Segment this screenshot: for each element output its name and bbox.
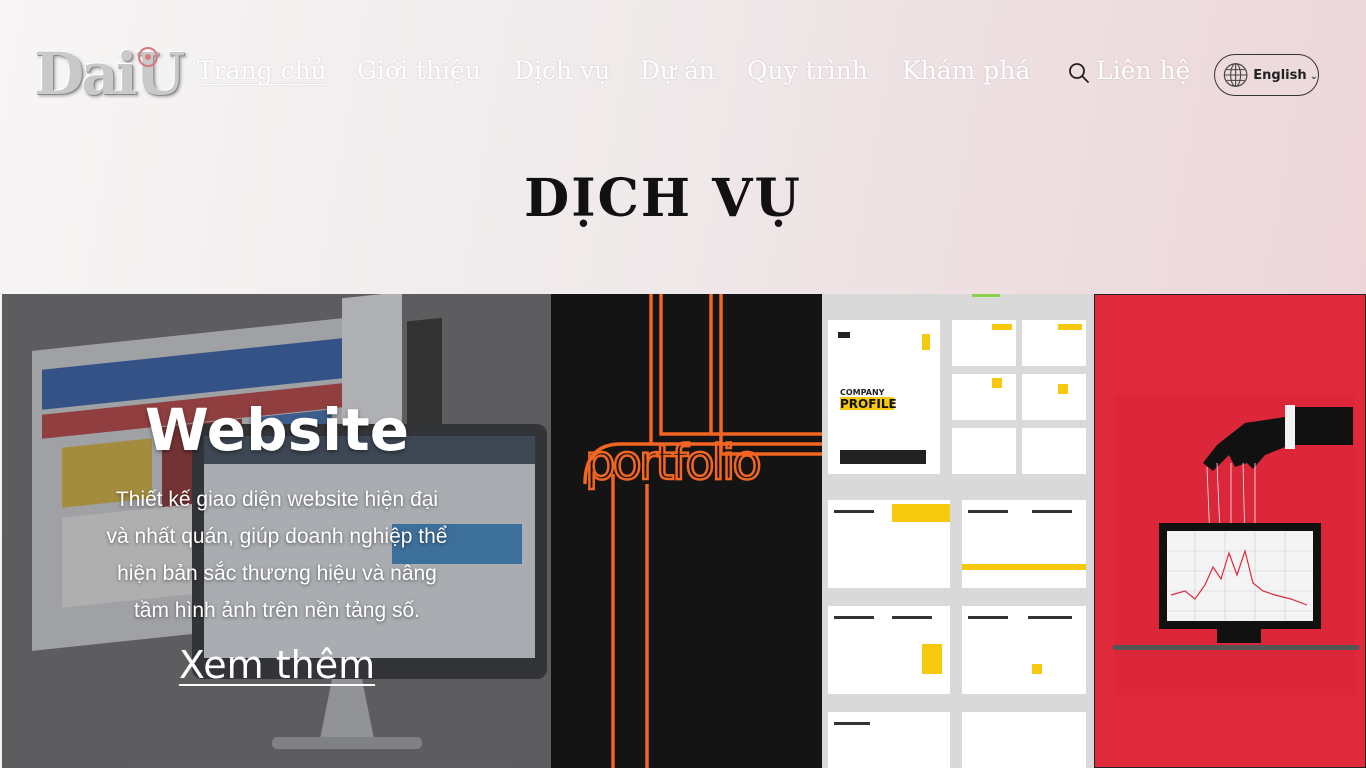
- nav-item-process[interactable]: Quy trình: [747, 56, 868, 85]
- logo-target-icon: [138, 47, 158, 67]
- logo[interactable]: DaiU: [34, 22, 185, 108]
- website-description-line: hiện bản sắc thương hiệu và nâng: [117, 561, 437, 585]
- service-card-company-profile[interactable]: COMPANY PROFILE: [822, 294, 1094, 768]
- nav-item-services[interactable]: Dịch vụ: [514, 56, 610, 85]
- website-title: Website: [144, 396, 410, 464]
- portfolio-artwork-text: portfolio: [585, 435, 759, 491]
- globe-icon: [1223, 63, 1248, 87]
- website-description: Thiết kế giao diện website hiện đại và n…: [82, 481, 472, 629]
- nav-item-contact[interactable]: Liên hệ: [1096, 56, 1190, 85]
- service-card-portfolio[interactable]: portfolio: [551, 294, 822, 768]
- website-description-line: tầm hình ảnh trên nền tảng số.: [133, 598, 421, 622]
- services-gallery: Website Thiết kế giao diện website hiện …: [0, 294, 1366, 768]
- company-profile-artwork: COMPANY PROFILE: [822, 294, 1094, 768]
- website-see-more-link[interactable]: Xem thêm: [179, 643, 375, 687]
- page-title: DỊCH VỤ: [524, 168, 802, 229]
- nav-item-projects[interactable]: Dự án: [640, 56, 715, 85]
- website-description-line: Thiết kế giao diện website hiện đại: [115, 487, 439, 511]
- service-card-marketing[interactable]: [1094, 294, 1366, 768]
- nav-item-home[interactable]: Trang chủ: [197, 56, 327, 85]
- website-card-content: Website Thiết kế giao diện website hiện …: [82, 396, 472, 687]
- website-description-line: và nhất quán, giúp doanh nghiệp thể: [106, 524, 448, 548]
- chevron-down-icon: ⌄: [1309, 70, 1318, 82]
- puppet-monitor-artwork: [1095, 295, 1365, 767]
- nav-item-explore[interactable]: Khám phá: [902, 56, 1030, 85]
- language-label: English: [1253, 67, 1307, 83]
- logo-text: DaiU: [34, 40, 185, 108]
- nav-item-about[interactable]: Giới thiệu: [357, 56, 481, 85]
- profile-cover-line1: COMPANY: [840, 388, 885, 397]
- service-card-website[interactable]: Website Thiết kế giao diện website hiện …: [2, 294, 551, 768]
- profile-cover-line2: PROFILE: [840, 397, 897, 411]
- portfolio-artwork: portfolio: [583, 294, 822, 768]
- search-icon[interactable]: [1068, 62, 1090, 84]
- language-selector[interactable]: English ⌄: [1214, 54, 1319, 96]
- site-header: DaiU Trang chủ Giới thiệu Dịch vụ Dự án …: [0, 0, 1366, 140]
